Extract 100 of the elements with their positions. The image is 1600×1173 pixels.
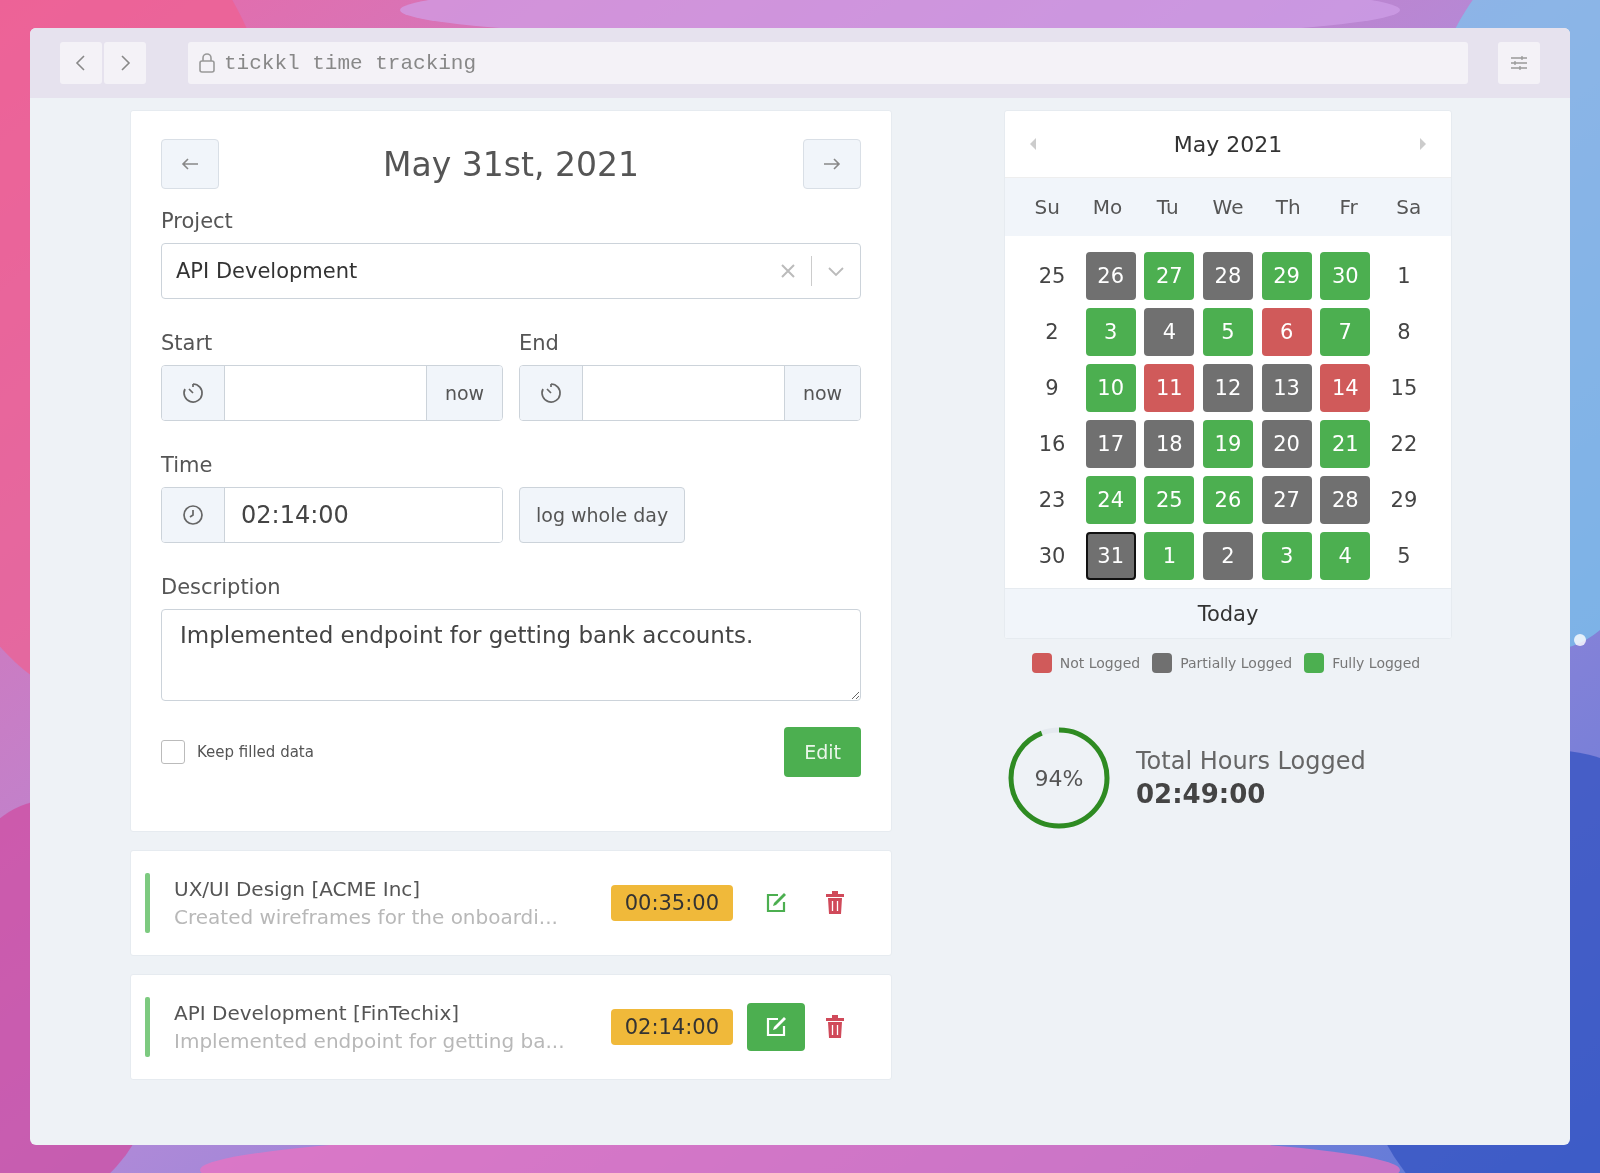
field-label: Project [161,209,234,233]
calendar-day[interactable]: 20 [1261,420,1312,468]
calendar-day[interactable]: 5 [1202,308,1253,356]
entry-title: API Development [FinTechix] [174,1001,461,1025]
entry-title: UX/UI Design [ACME Inc] [174,877,422,901]
calendar-day[interactable]: 7 [1320,308,1371,356]
calendar-day[interactable]: 1 [1144,532,1195,580]
legend-label: Fully Logged [1332,655,1421,671]
calendar-day[interactable]: 25 [1027,252,1077,300]
calendar-day[interactable]: 30 [1320,252,1371,300]
calendar-day[interactable]: 28 [1202,252,1253,300]
duration-badge: 02:14:00 [610,1009,733,1045]
start-time-group[interactable]: now [161,365,503,421]
clock-icon [181,503,205,527]
weekday-label: Su [1033,195,1061,219]
percent-text: 94% [1034,765,1084,791]
entry-description: Created wireframes for the onboardi... [174,905,559,929]
chevron-right-icon [118,54,132,72]
project-select[interactable]: API Development [161,243,861,299]
weekday-label: Fr [1338,195,1359,219]
entry-accent-bar [145,873,150,933]
calendar-day[interactable]: 3 [1261,532,1312,580]
back-button[interactable] [60,42,102,84]
calendar-day[interactable]: 17 [1085,420,1136,468]
entry-accent-bar [145,997,150,1057]
calendar-day[interactable]: 13 [1261,364,1312,412]
field-label: Time [161,453,214,477]
date-title: May 31st, 2021 [383,144,639,184]
field-label: Description [161,575,282,599]
edit-icon [764,1015,788,1039]
settings-button[interactable] [1498,42,1540,84]
calendar-day[interactable]: 1 [1378,252,1429,300]
legend-label: Not Logged [1059,655,1141,671]
calendar-day[interactable]: 10 [1085,364,1136,412]
calendar-day[interactable]: 29 [1378,476,1429,524]
field-label: End [519,331,560,355]
calendar-day[interactable]: 3 [1085,308,1136,356]
forward-button[interactable] [104,42,146,84]
calendar-day[interactable]: 27 [1144,252,1195,300]
description-field[interactable]: Implemented endpoint for getting bank accounts. [161,609,861,701]
arrow-left-icon [180,157,200,171]
next-day-button[interactable] [803,139,861,189]
edit-button[interactable]: Edit [784,727,861,777]
weekday-label: Mo [1091,195,1124,219]
today-button[interactable]: Today [1005,588,1451,638]
time-input-group[interactable]: 02:14:00 [161,487,503,543]
checkbox[interactable] [161,740,185,764]
calendar-day[interactable]: 14 [1320,364,1371,412]
calendar-day[interactable]: 2 [1202,532,1253,580]
calendar-day[interactable]: 4 [1320,532,1371,580]
end-time-group[interactable]: now [519,365,861,421]
calendar-day[interactable]: 25 [1144,476,1195,524]
calendar-day[interactable]: 6 [1261,308,1312,356]
weekday-label: Sa [1395,195,1423,219]
calendar-day[interactable]: 29 [1261,252,1312,300]
calendar-day[interactable]: 27 [1261,476,1312,524]
calendar-day[interactable]: 22 [1378,420,1429,468]
sliders-icon [1509,54,1529,72]
edit-entry-button[interactable] [747,1003,805,1051]
arrow-right-icon [822,157,842,171]
end-now-button[interactable]: now [784,366,860,420]
calendar-day[interactable]: 19 [1202,420,1253,468]
duration-badge: 00:35:00 [610,885,733,921]
calendar-day[interactable]: 24 [1085,476,1136,524]
trash-icon [825,891,845,915]
calendar-day[interactable]: 4 [1144,308,1195,356]
calendar-day[interactable]: 18 [1144,420,1195,468]
start-now-button[interactable]: now [426,366,502,420]
summary-title: Total Hours Logged [1136,747,1366,775]
calendar-day[interactable]: 26 [1085,252,1136,300]
calendar-day[interactable]: 21 [1320,420,1371,468]
calendar-day[interactable]: 5 [1378,532,1429,580]
calendar-day[interactable]: 16 [1027,420,1077,468]
clear-icon[interactable] [779,262,797,280]
calendar-day[interactable]: 26 [1202,476,1253,524]
edit-icon [764,891,788,915]
next-month-icon[interactable] [1417,136,1429,152]
calendar-day[interactable]: 11 [1144,364,1195,412]
calendar-day[interactable]: 30 [1027,532,1077,580]
calendar-day[interactable]: 23 [1027,476,1077,524]
weekday-label: Tu [1155,195,1180,219]
trash-icon [825,1015,845,1039]
calendar-day[interactable]: 8 [1378,308,1429,356]
calendar-day[interactable]: 28 [1320,476,1371,524]
previous-day-button[interactable] [161,139,219,189]
field-label: Start [161,331,214,355]
log-whole-day-button[interactable]: log whole day [519,487,686,543]
calendar-day[interactable]: 12 [1202,364,1253,412]
calendar-day[interactable]: 2 [1027,308,1077,356]
chevron-down-icon[interactable] [826,264,846,278]
calendar-day[interactable]: 15 [1378,364,1429,412]
weekday-label: Th [1274,195,1302,219]
timer-icon [181,381,205,405]
calendar-day[interactable]: 9 [1027,364,1077,412]
weekday-label: We [1211,195,1245,219]
timer-icon [539,381,563,405]
address-bar[interactable]: tickkl time tracking [188,42,1468,84]
calendar-day[interactable]: 31 [1085,532,1136,580]
checkbox-label: Keep filled data [197,743,314,761]
chevron-left-icon [74,54,88,72]
